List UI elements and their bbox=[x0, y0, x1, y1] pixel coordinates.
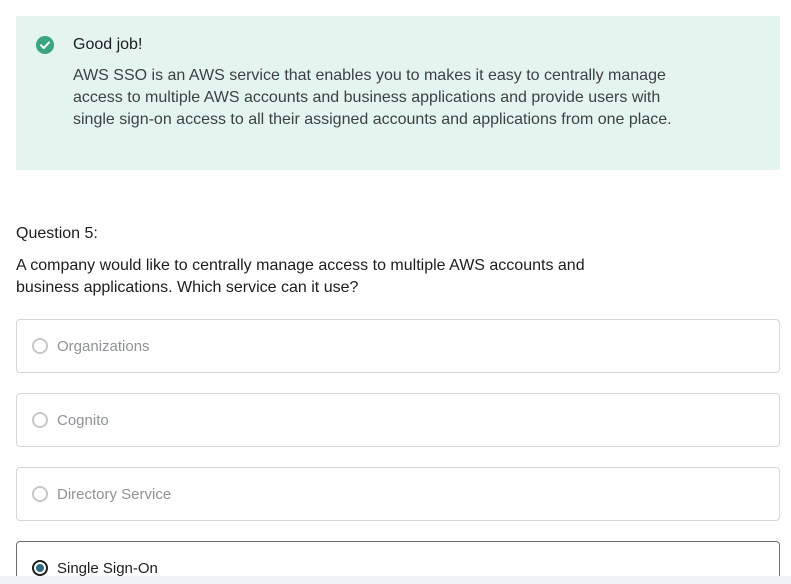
answer-option-cognito[interactable]: Cognito bbox=[16, 393, 780, 447]
feedback-panel: Good job! AWS SSO is an AWS service that… bbox=[16, 16, 780, 170]
radio-button[interactable] bbox=[32, 486, 48, 502]
answer-option-label: Directory Service bbox=[57, 486, 172, 503]
question-text: A company would like to centrally manage… bbox=[16, 257, 585, 296]
radio-button[interactable] bbox=[32, 338, 48, 354]
radio-button[interactable] bbox=[32, 412, 48, 428]
radio-button-selected[interactable] bbox=[32, 560, 48, 576]
quiz-result-page: Good job! AWS SSO is an AWS service that… bbox=[0, 0, 791, 584]
answer-option-directory-service[interactable]: Directory Service bbox=[16, 467, 780, 521]
check-circle-icon bbox=[36, 36, 54, 54]
question-number: Question 5: bbox=[16, 225, 98, 242]
answer-option-organizations[interactable]: Organizations bbox=[16, 319, 780, 373]
bottom-bar bbox=[0, 576, 791, 584]
feedback-title: Good job! bbox=[73, 36, 143, 53]
feedback-explanation: AWS SSO is an AWS service that enables y… bbox=[73, 67, 672, 128]
answer-option-label: Organizations bbox=[57, 338, 150, 355]
answer-option-label: Cognito bbox=[57, 412, 109, 429]
